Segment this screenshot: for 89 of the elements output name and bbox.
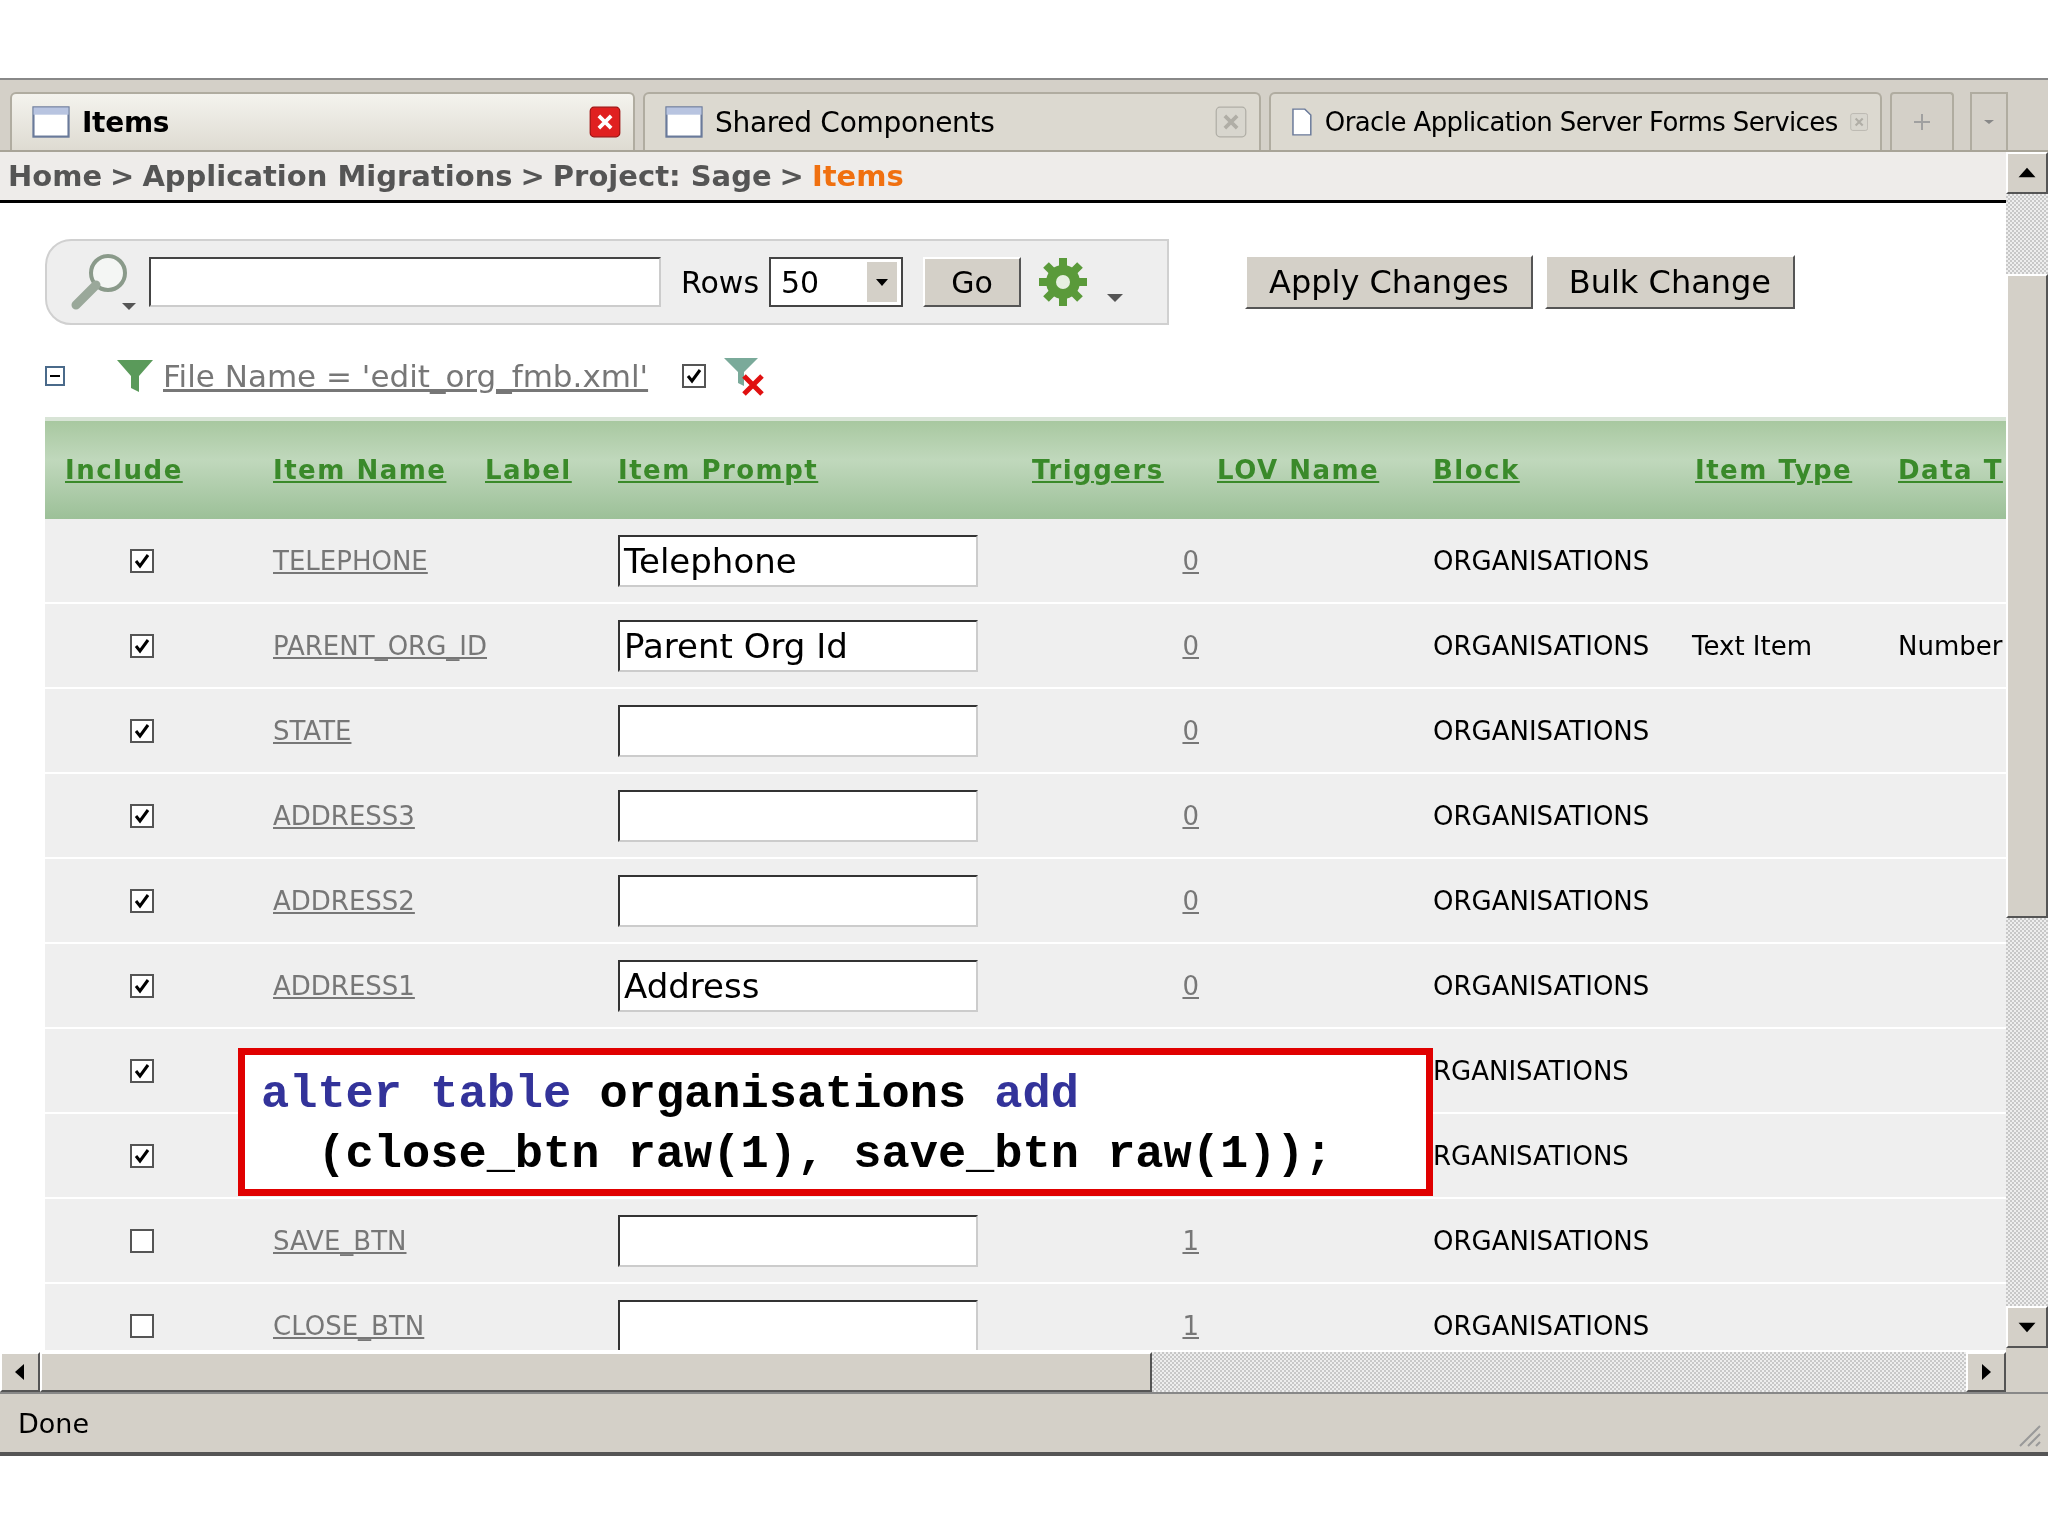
- item-type-cell: Text Item: [1692, 630, 1813, 661]
- item-name-link[interactable]: ADDRESS2: [228, 885, 415, 916]
- prompt-field[interactable]: [618, 1299, 978, 1350]
- item-name-link[interactable]: ADDRESS1: [228, 970, 415, 1001]
- scroll-left-icon[interactable]: [0, 1352, 40, 1392]
- item-name-link[interactable]: CLOSE_BTN: [228, 1310, 425, 1341]
- window-icon: [665, 105, 703, 139]
- block-cell: ORGANISATIONS: [1433, 970, 1650, 1001]
- code-line: alter table organisations add: [261, 1067, 1080, 1123]
- item-name-link[interactable]: PARENT_ORG_ID: [228, 630, 487, 661]
- triggers-link[interactable]: 1: [1182, 1225, 1199, 1256]
- block-cell: ORGANISATIONS: [1433, 715, 1650, 746]
- include-checkbox[interactable]: [129, 1228, 154, 1253]
- triggers-link[interactable]: 0: [1182, 715, 1199, 746]
- column-header[interactable]: Item Prompt: [618, 455, 1030, 485]
- breadcrumb-separator: >: [779, 159, 804, 193]
- filter-checkbox[interactable]: [682, 364, 707, 388]
- breadcrumb-separator: >: [110, 159, 135, 193]
- filter-icon: [115, 358, 155, 394]
- prompt-field[interactable]: Address: [618, 959, 978, 1012]
- include-checkbox[interactable]: [129, 718, 154, 743]
- prompt-field[interactable]: [618, 1214, 978, 1267]
- item-name-link[interactable]: TELEPHONE: [228, 545, 428, 576]
- breadcrumb-link[interactable]: Project: Sage: [552, 159, 772, 193]
- scroll-thumb[interactable]: [2006, 274, 2048, 918]
- prompt-field[interactable]: [618, 874, 978, 927]
- triggers-link[interactable]: 0: [1182, 800, 1199, 831]
- block-cell: ORGANISATIONS: [1433, 630, 1650, 661]
- block-cell: RGANISATIONS: [1433, 1055, 1629, 1086]
- browser-tab[interactable]: Oracle Application Server Forms Services: [1269, 92, 1882, 150]
- scroll-right-icon[interactable]: [1966, 1352, 2006, 1392]
- block-cell: ORGANISATIONS: [1433, 885, 1650, 916]
- column-header[interactable]: Item Type: [1692, 455, 1898, 485]
- column-header[interactable]: Include: [45, 455, 228, 485]
- include-checkbox[interactable]: [129, 803, 154, 828]
- horizontal-scrollbar[interactable]: [0, 1350, 2006, 1392]
- include-checkbox[interactable]: [129, 548, 154, 573]
- block-cell: ORGANISATIONS: [1433, 1310, 1650, 1341]
- go-button[interactable]: Go: [923, 257, 1022, 307]
- include-checkbox[interactable]: [129, 888, 154, 913]
- block-cell: ORGANISATIONS: [1433, 1225, 1650, 1256]
- column-header[interactable]: Item Name: [228, 455, 485, 485]
- data-type-cell: Number: [1898, 630, 2003, 661]
- block-cell: ORGANISATIONS: [1433, 545, 1650, 576]
- code-line: (close_btn raw(1), save_btn raw(1));: [316, 1127, 1334, 1183]
- rows-select[interactable]: 50: [769, 257, 904, 307]
- close-icon[interactable]: [589, 106, 621, 138]
- item-name-link[interactable]: SAVE_BTN: [228, 1225, 407, 1256]
- prompt-field[interactable]: Telephone: [618, 534, 978, 587]
- column-header[interactable]: Data T: [1898, 455, 2006, 485]
- action-button[interactable]: Apply Changes: [1245, 255, 1533, 309]
- prompt-field[interactable]: Parent Org Id: [618, 619, 978, 672]
- breadcrumb-link[interactable]: Application Migrations: [142, 159, 513, 193]
- include-checkbox[interactable]: [129, 973, 154, 998]
- block-cell: RGANISATIONS: [1433, 1140, 1629, 1171]
- column-header[interactable]: Triggers: [1030, 455, 1217, 485]
- scroll-down-icon[interactable]: [2006, 1306, 2048, 1348]
- scroll-thumb[interactable]: [40, 1352, 1152, 1392]
- prompt-field[interactable]: [618, 704, 978, 757]
- include-checkbox[interactable]: [129, 1313, 154, 1338]
- breadcrumb-link[interactable]: Home: [8, 159, 103, 193]
- browser-tab[interactable]: Shared Components: [643, 92, 1261, 150]
- triggers-link[interactable]: 0: [1182, 630, 1199, 661]
- search-field[interactable]: [149, 257, 661, 307]
- triggers-link[interactable]: 0: [1182, 545, 1199, 576]
- dropdown-icon[interactable]: [867, 262, 898, 302]
- filter-link[interactable]: File Name = 'edit_org_fmb.xml': [163, 358, 649, 394]
- include-checkbox[interactable]: [129, 1143, 154, 1168]
- column-header[interactable]: Label: [485, 455, 618, 485]
- window-icon: [32, 105, 70, 139]
- item-name-link[interactable]: ADDRESS3: [228, 800, 415, 831]
- collapse-icon[interactable]: [45, 366, 65, 386]
- triggers-link[interactable]: 1: [1182, 1310, 1199, 1341]
- block-cell: ORGANISATIONS: [1433, 800, 1650, 831]
- column-header[interactable]: Block: [1433, 455, 1692, 485]
- column-header[interactable]: LOV Name: [1217, 455, 1433, 485]
- triggers-link[interactable]: 0: [1182, 970, 1199, 1001]
- status-text: Done: [18, 1407, 90, 1439]
- prompt-field[interactable]: [618, 789, 978, 842]
- page-icon: [1291, 105, 1313, 139]
- action-button[interactable]: Bulk Change: [1544, 255, 1796, 309]
- scroll-up-icon[interactable]: [2006, 152, 2048, 194]
- browser-tab[interactable]: Items: [10, 92, 635, 150]
- item-name-link[interactable]: STATE: [228, 715, 352, 746]
- breadcrumb-separator: >: [520, 159, 545, 193]
- include-checkbox[interactable]: [129, 1058, 154, 1083]
- rows-label: Rows: [681, 264, 760, 300]
- include-checkbox[interactable]: [129, 633, 154, 658]
- triggers-link[interactable]: 0: [1182, 885, 1199, 916]
